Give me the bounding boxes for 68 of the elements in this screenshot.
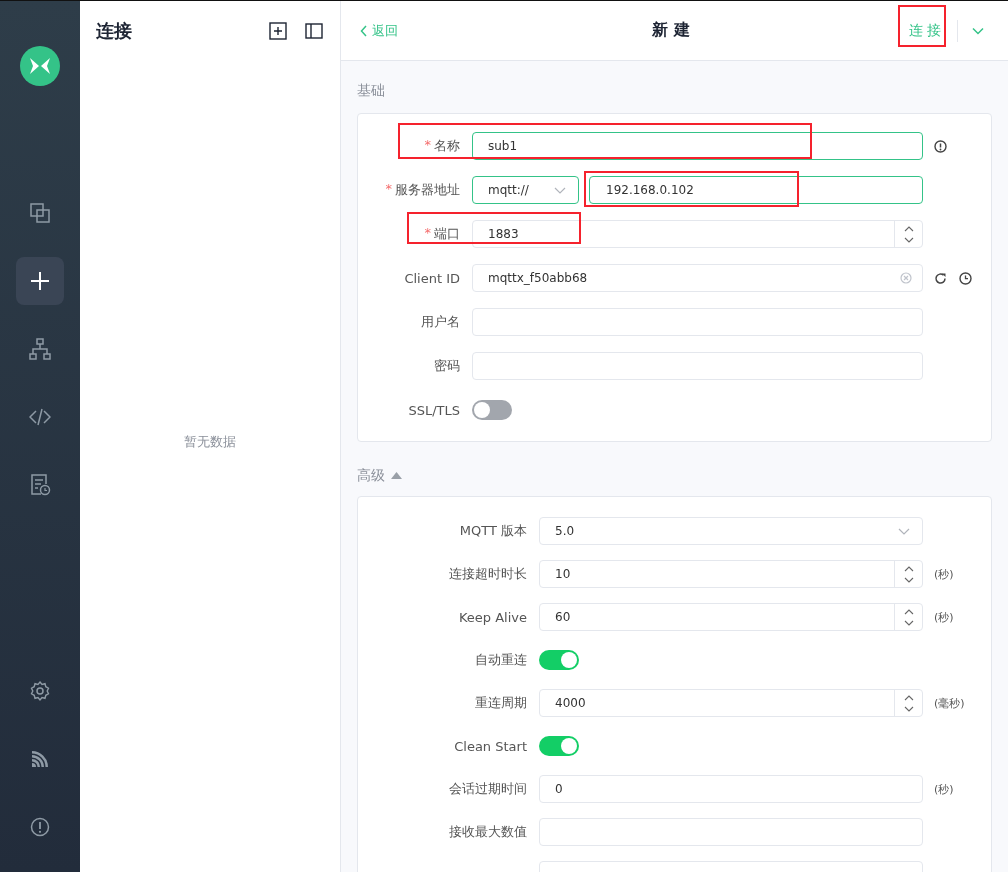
section-title: 基础	[357, 82, 385, 100]
input-field[interactable]: 192.168.0.102	[589, 176, 923, 204]
chevron-down-icon	[898, 527, 910, 535]
toggle-switch[interactable]	[472, 400, 512, 420]
decrement-icon[interactable]	[903, 705, 914, 712]
field-label: 名称	[434, 137, 460, 155]
document-clock-icon	[29, 474, 51, 496]
field-label: 连接超时时长	[448, 565, 528, 583]
protocol-select[interactable]: mqtt://	[472, 176, 579, 204]
panel-title: 连接	[96, 19, 133, 43]
increment-icon[interactable]	[903, 565, 914, 572]
input-field[interactable]: 0	[539, 775, 923, 803]
gear-icon[interactable]	[29, 680, 51, 702]
hierarchy-icon	[29, 338, 51, 360]
field-label: MQTT 版本	[458, 522, 528, 540]
page-title: 新建	[650, 20, 697, 41]
field-label: SSL/TLS	[407, 402, 461, 418]
empty-message: 暂无数据	[184, 432, 236, 451]
field-label: 密码	[433, 357, 461, 375]
input-field[interactable]	[472, 308, 923, 336]
clock-icon[interactable]	[959, 271, 972, 285]
field-label: 接收最大数值	[448, 823, 528, 841]
increment-icon[interactable]	[903, 694, 914, 701]
decrement-icon[interactable]	[903, 619, 914, 626]
required-mark: *	[424, 225, 431, 242]
input-field[interactable]	[539, 818, 923, 846]
copy-icon	[29, 202, 51, 224]
code-icon	[29, 406, 51, 428]
chevron-left-icon	[360, 24, 368, 37]
decrement-icon[interactable]	[903, 576, 914, 583]
increment-icon[interactable]	[903, 608, 914, 615]
number-field[interactable]: 60	[539, 603, 923, 631]
input-field[interactable]: mqttx_f50abb68	[472, 264, 923, 292]
info-icon[interactable]	[934, 139, 947, 153]
field-label: 服务器地址	[395, 181, 460, 199]
field-label: 自动重连	[474, 651, 528, 669]
field-label: 会话过期时间	[448, 780, 528, 798]
select-field[interactable]: 5.0	[539, 517, 923, 545]
input-field[interactable]	[472, 352, 923, 380]
field-label: Client ID	[403, 270, 461, 286]
required-mark: *	[385, 181, 392, 198]
unit-label: (秒)	[934, 566, 954, 582]
sidebar-toggle-icon[interactable]	[305, 22, 323, 40]
increment-icon[interactable]	[903, 225, 914, 232]
unit-label: (秒)	[934, 781, 954, 797]
app-logo-icon	[20, 46, 60, 86]
input-field[interactable]: sub1	[472, 132, 923, 160]
unit-label: (秒)	[934, 609, 954, 625]
field-label: Clean Start	[453, 738, 528, 754]
feed-icon[interactable]	[29, 748, 51, 770]
info-icon[interactable]	[29, 816, 51, 838]
number-field[interactable]: 10	[539, 560, 923, 588]
field-label: Keep Alive	[457, 609, 528, 625]
field-label: 端口	[434, 225, 460, 243]
new-connection-icon[interactable]	[269, 22, 287, 40]
decrement-icon[interactable]	[903, 236, 914, 243]
toggle-switch[interactable]	[539, 736, 579, 756]
number-field[interactable]: 4000	[539, 689, 923, 717]
plus-icon	[29, 270, 51, 292]
chevron-down-icon	[554, 186, 566, 194]
plus-button[interactable]	[16, 257, 64, 305]
toggle-switch[interactable]	[539, 650, 579, 670]
field-label: 重连周期	[474, 694, 528, 712]
unit-label: (毫秒)	[934, 695, 965, 711]
refresh-icon[interactable]	[934, 271, 947, 285]
required-mark: *	[424, 137, 431, 154]
number-field[interactable]: 1883	[472, 220, 923, 248]
field-label: 用户名	[420, 313, 461, 331]
